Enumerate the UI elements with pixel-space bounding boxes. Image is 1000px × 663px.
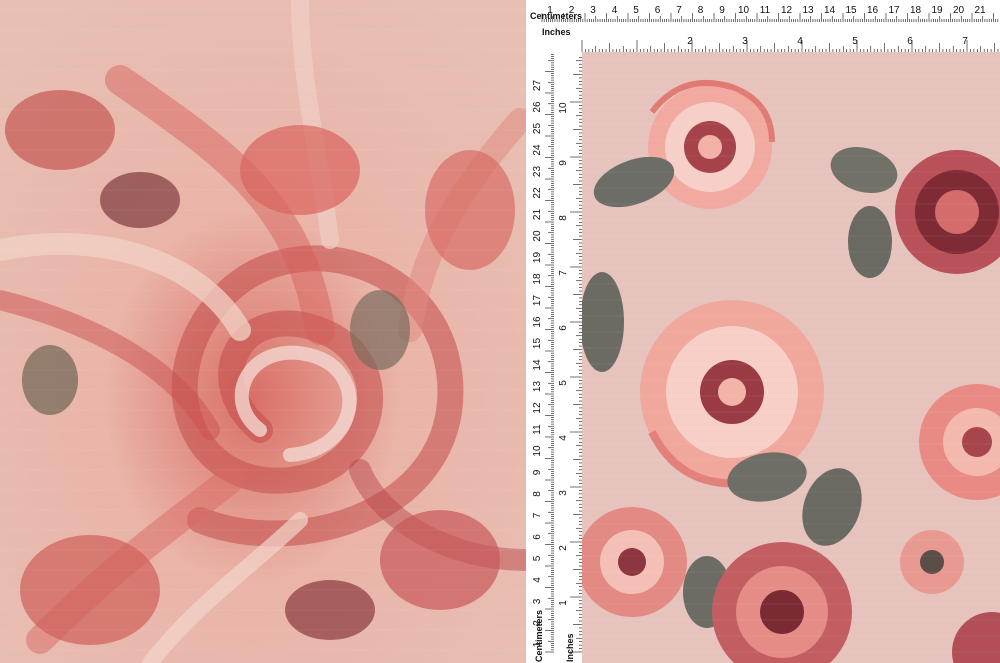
left-cm-number: 14: [532, 359, 543, 371]
top-cm-number: 15: [845, 5, 857, 16]
top-inch-number: 5: [852, 36, 858, 47]
top-cm-number: 2: [569, 5, 575, 16]
top-cm-number: 4: [612, 5, 618, 16]
left-cm-number: 17: [532, 295, 543, 307]
left-cm-number: 25: [532, 123, 543, 135]
left-cm-number: 20: [532, 230, 543, 242]
left-inch-number: 1: [558, 600, 569, 606]
left-cm-number: 11: [532, 424, 543, 435]
left-cm-number: 19: [532, 252, 543, 264]
top-cm-number: 9: [719, 5, 725, 16]
left-cm-number: 8: [532, 491, 543, 497]
left-cm-number: 23: [532, 166, 543, 178]
left-cm-number: 5: [532, 555, 543, 561]
left-inch-number: 10: [558, 102, 569, 114]
left-inch-number: 9: [558, 160, 569, 166]
top-cm-number: 7: [676, 5, 682, 16]
top-cm-number: 1: [547, 5, 553, 16]
top-cm-number: 20: [953, 5, 965, 16]
left-inch-number: 5: [558, 380, 569, 386]
left-inch-number: 2: [558, 545, 569, 551]
top-inch-number: 2: [687, 36, 693, 47]
left-cm-number: 18: [532, 273, 543, 285]
left-cm-number: 24: [532, 144, 543, 156]
left-cm-number: 1: [532, 641, 543, 647]
left-cm-number: 21: [532, 209, 543, 221]
left-cm-number: 7: [532, 512, 543, 518]
left-cm-number: 2: [532, 620, 543, 626]
top-inch-number: 3: [742, 36, 748, 47]
top-cm-number: 10: [738, 5, 750, 16]
flat-fabric-photo: [582, 52, 1000, 663]
left-cm-number: 3: [532, 598, 543, 604]
left-inch-number: 8: [558, 215, 569, 221]
left-ruler-scale: 1234567891011121314151617181920212223242…: [532, 53, 582, 653]
left-inch-number: 6: [558, 325, 569, 331]
swirled-fabric-photo: [0, 0, 526, 663]
left-cm-number: 13: [532, 381, 543, 393]
top-cm-number: 11: [760, 5, 771, 16]
top-cm-number: 19: [931, 5, 943, 16]
left-cm-number: 26: [532, 101, 543, 113]
left-inch-number: 3: [558, 490, 569, 496]
top-cm-number: 6: [655, 5, 661, 16]
top-inch-number: 4: [797, 36, 803, 47]
left-ruler: Centimeters Inches 1 2 3 4 5 6 7 8 9 10 11 12 13 14 15…: [530, 52, 583, 663]
left-cm-number: 16: [532, 316, 543, 328]
top-cm-number: 13: [802, 5, 814, 16]
top-cm-number: 8: [698, 5, 704, 16]
top-cm-number: 17: [888, 5, 900, 16]
swirled-fabric-drawing: [0, 0, 526, 663]
floral-print-drawing: [582, 52, 1000, 663]
left-cm-number: 12: [532, 402, 543, 414]
top-cm-number: 14: [824, 5, 836, 16]
top-cm-number: 16: [867, 5, 879, 16]
top-ruler: Centimeters Inches 1 2 3 4 5 6 7 8 9 10 11 12 13 14 15…: [530, 0, 1000, 53]
left-cm-number: 15: [532, 338, 543, 350]
left-cm-number: 6: [532, 534, 543, 540]
top-ruler-scale: 1 2 3 4 5 6 7 8 9 10 11 12 13 14 15 16 17 18 19 20 212 3 4 5 6 7: [541, 5, 999, 52]
left-cm-number: 27: [532, 80, 543, 92]
left-inch-number: 7: [558, 270, 569, 276]
top-inch-number: 7: [962, 36, 968, 47]
top-inch-number: 6: [907, 36, 913, 47]
left-cm-number: 22: [532, 187, 543, 199]
left-inch-number: 4: [558, 435, 569, 441]
top-cm-number: 5: [633, 5, 639, 16]
left-cm-number: 4: [532, 577, 543, 583]
left-cm-number: 10: [532, 445, 543, 457]
top-cm-number: 3: [590, 5, 596, 16]
top-cm-number: 21: [974, 5, 986, 16]
top-cm-number: 12: [781, 5, 793, 16]
left-cm-number: 9: [532, 469, 543, 475]
top-cm-number: 18: [910, 5, 922, 16]
